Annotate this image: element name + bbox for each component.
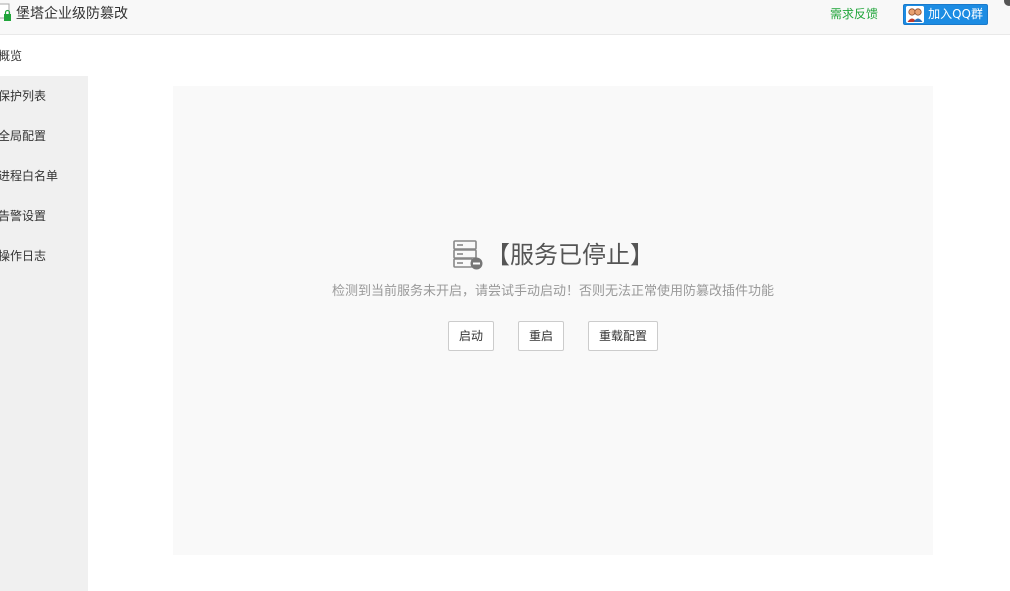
service-status-panel: 【服务已停止】 检测到当前服务未开启，请尝试手动启动！否则无法正常使用防篡改插件… (173, 86, 933, 555)
service-action-buttons: 启动 重启 重载配置 (173, 321, 933, 351)
sidebar-item-label: 操作日志 (0, 249, 47, 263)
sidebar-item-label: 概览 (0, 49, 23, 63)
sidebar-item-label: 保护列表 (0, 89, 47, 103)
sidebar-item-global-config[interactable]: 全局配置 (0, 116, 88, 156)
window-corner-indicator (1004, 0, 1010, 6)
sidebar-item-label: 告警设置 (0, 209, 47, 223)
status-title: 【服务已停止】 (486, 241, 654, 269)
app-title: 堡塔企业级防篡改 (16, 6, 128, 22)
sidebar-item-label: 全局配置 (0, 129, 47, 143)
feedback-link[interactable]: 需求反馈 (830, 6, 878, 22)
join-qq-group-label: 加入QQ群 (928, 7, 983, 21)
sidebar-item-overview[interactable]: 概览 (0, 36, 88, 76)
sidebar-item-protect-list[interactable]: 保护列表 (0, 76, 88, 116)
header-bar: 堡塔企业级防篡改 需求反馈 加入QQ群 (0, 0, 1010, 35)
sidebar-item-process-whitelist[interactable]: 进程白名单 (0, 156, 88, 196)
start-service-button[interactable]: 启动 (447, 321, 494, 351)
status-description: 检测到当前服务未开启，请尝试手动启动！否则无法正常使用防篡改插件功能 (331, 284, 774, 299)
qq-users-icon (906, 6, 925, 23)
server-stopped-icon (453, 240, 483, 270)
sidebar-item-label: 进程白名单 (0, 169, 59, 183)
sidebar-item-operation-log[interactable]: 操作日志 (0, 236, 88, 276)
app-logo-icon (0, 3, 11, 21)
service-status-block: 【服务已停止】 检测到当前服务未开启，请尝试手动启动！否则无法正常使用防篡改插件… (173, 238, 933, 351)
sidebar-item-alert-settings[interactable]: 告警设置 (0, 196, 88, 236)
app-window: 堡塔企业级防篡改 需求反馈 加入QQ群 概览 保护列表 全局配置 进程白名单 告… (0, 0, 1010, 591)
reload-config-button[interactable]: 重载配置 (588, 321, 659, 351)
join-qq-group-button[interactable]: 加入QQ群 (903, 4, 988, 25)
sidebar-nav: 概览 保护列表 全局配置 进程白名单 告警设置 操作日志 (0, 36, 88, 591)
restart-service-button[interactable]: 重启 (517, 321, 564, 351)
status-title-row: 【服务已停止】 (452, 238, 654, 272)
